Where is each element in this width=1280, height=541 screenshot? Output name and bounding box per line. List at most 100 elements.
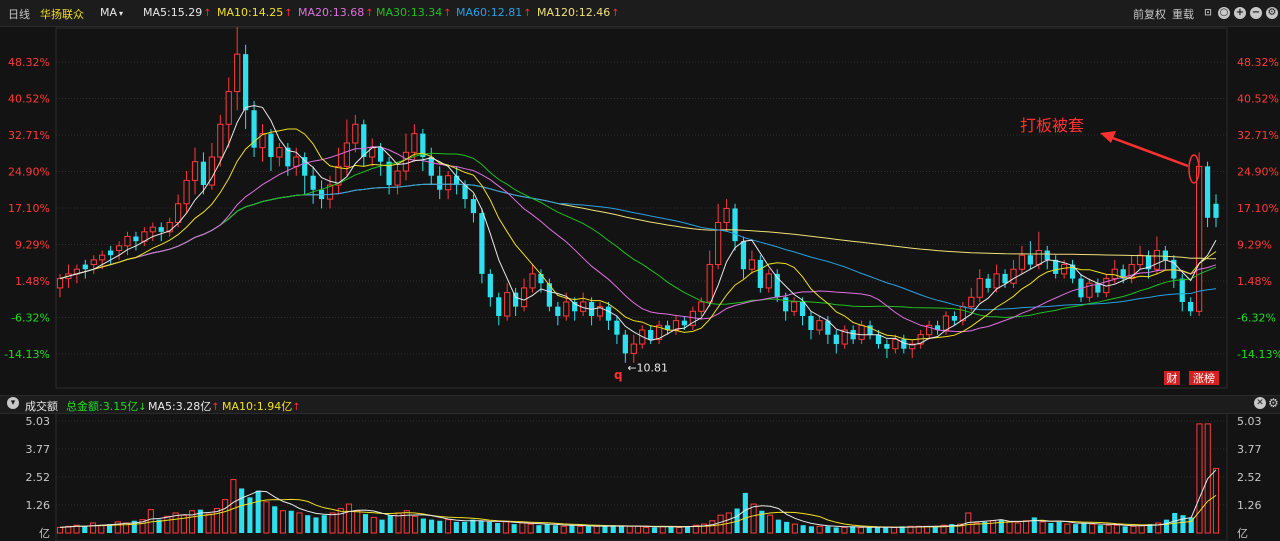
candle [1145, 250, 1152, 279]
candle [909, 339, 916, 359]
volume-bar [337, 508, 344, 534]
volume-bar [618, 526, 625, 533]
volume-bar [552, 525, 558, 533]
volume-bar [313, 517, 319, 533]
zoom-in-icon[interactable]: + [1234, 7, 1246, 19]
volume-bar [1048, 522, 1054, 533]
candle [141, 227, 148, 246]
volume-bar [462, 521, 468, 533]
candle-body [437, 175, 443, 190]
indicator-dropdown[interactable]: MA ▾ [100, 6, 123, 19]
candle [191, 147, 199, 195]
candle-body [605, 306, 612, 321]
candle [1153, 236, 1161, 274]
candle-body [352, 123, 359, 144]
candle-body [968, 296, 975, 308]
volume-bar [791, 523, 798, 534]
volume-bar [345, 503, 353, 534]
volume-bar [544, 524, 550, 533]
candle-body [428, 157, 434, 176]
candle [394, 161, 401, 195]
volume-bar [89, 522, 97, 534]
candle-body [630, 343, 637, 354]
y-tick-label-left: 48.32% [8, 56, 50, 69]
volume-bar [362, 514, 369, 533]
info-icon[interactable]: ○ [1218, 7, 1230, 19]
ma-legend-item: MA30:13.34↑ [376, 6, 452, 19]
candle-body [901, 339, 907, 349]
volume-bar [1130, 525, 1137, 534]
candle-body [343, 142, 351, 167]
candle [985, 273, 991, 293]
candle [1162, 245, 1168, 270]
volume-tick-left: 3.77 [26, 443, 51, 456]
volume-chart: 5.03 5.03 3.77 3.77 2.52 2.52 1.26 1.26 亿 亿 [26, 413, 1262, 541]
candle [706, 250, 713, 307]
volume-bar [305, 515, 311, 533]
candle [790, 297, 798, 316]
candle [1027, 241, 1033, 270]
ma120-line [59, 183, 1217, 280]
candle [352, 114, 359, 153]
volume-bar [651, 527, 658, 533]
y-tick-label-right: -14.13% [1237, 348, 1280, 361]
candle-body [200, 161, 207, 186]
candle-body [563, 301, 570, 317]
volume-bar [833, 527, 839, 533]
candle-body [1179, 278, 1185, 302]
candle [588, 297, 595, 326]
candle [976, 269, 983, 302]
settings-icon[interactable]: ⚙ [1266, 7, 1278, 19]
limit-up-badge-label: 涨榜 [1193, 371, 1215, 385]
candle [175, 194, 182, 228]
candle-body [394, 170, 401, 186]
volume-bar [1023, 520, 1030, 534]
y-tick-label-right: 32.71% [1237, 129, 1279, 142]
volume-tick-right: 1.26 [1237, 499, 1262, 512]
candle [748, 250, 756, 274]
volume-bar [1105, 524, 1112, 534]
candle-body [529, 273, 536, 289]
candle [555, 301, 561, 326]
bottom-marker: q [614, 368, 623, 382]
collapse-icon[interactable]: ▾ [7, 397, 19, 409]
volume-bar [1056, 521, 1062, 533]
candle [655, 320, 663, 345]
close-icon[interactable]: ✕ [1254, 397, 1266, 409]
candle [605, 301, 612, 331]
volume-bar [403, 510, 410, 534]
settings-icon[interactable]: ⚙ [1268, 396, 1279, 410]
volume-bar [585, 526, 592, 533]
arrow-up-icon: ↑ [365, 8, 374, 19]
volume-bar [1138, 524, 1145, 534]
reload-button[interactable]: 重载 [1172, 6, 1194, 22]
volume-tick-right: 3.77 [1237, 443, 1262, 456]
volume-bar [874, 527, 881, 533]
adjust-button[interactable]: 前复权 [1133, 6, 1166, 22]
candle [732, 203, 738, 251]
volume-bar [230, 479, 237, 534]
volume-bar [511, 524, 517, 533]
candle-body [175, 203, 182, 223]
volume-bar [255, 490, 261, 533]
zoom-out-icon[interactable]: − [1250, 7, 1262, 19]
candle-body [56, 278, 64, 289]
candle [166, 217, 173, 237]
candle-body [1027, 255, 1033, 265]
candle [369, 138, 376, 167]
candle-body [715, 221, 722, 266]
period-label[interactable]: 日线 [8, 6, 30, 22]
y-tick-label-left: 9.29% [15, 238, 50, 251]
arrow-up-icon: ↑ [523, 8, 532, 19]
lock-icon[interactable]: ⊡ [1202, 7, 1214, 19]
candle-body [191, 161, 199, 181]
candle-body [470, 199, 477, 214]
candle [259, 124, 266, 162]
candle-body [951, 315, 958, 321]
candle-body [732, 208, 738, 242]
candle-body [158, 227, 164, 232]
y-tick-label-right: 9.29% [1237, 238, 1272, 251]
ma-legend-label: MA5:15.29 [143, 6, 203, 19]
candle [1128, 255, 1135, 284]
candle-body [1035, 250, 1042, 266]
